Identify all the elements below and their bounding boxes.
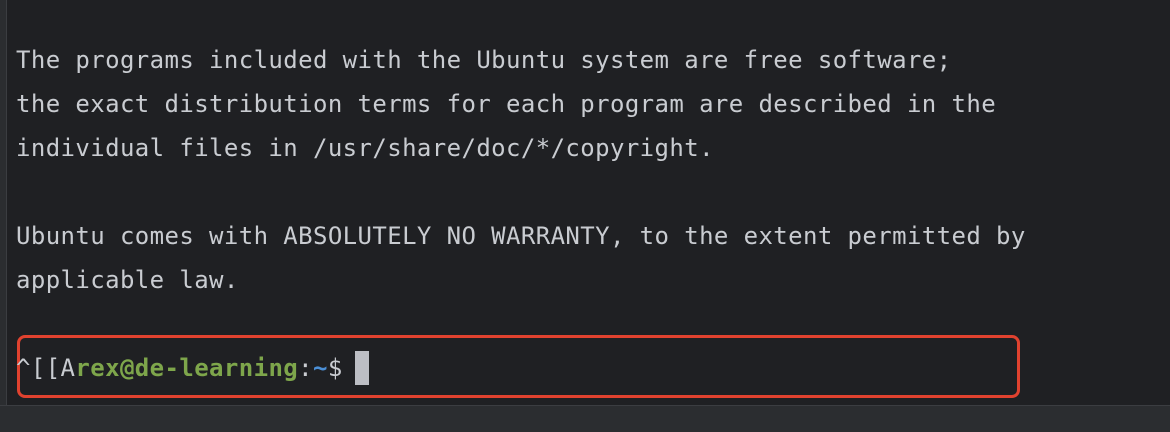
- command-prompt[interactable]: ^[[A rex@de-learning: ~ $: [16, 351, 369, 385]
- terminal-window: The programs included with the Ubuntu sy…: [0, 0, 1170, 432]
- prompt-symbol: $: [327, 354, 343, 382]
- terminal-line-5: Ubuntu comes with ABSOLUTELY NO WARRANTY…: [16, 222, 1026, 250]
- terminal-line-1: The programs included with the Ubuntu sy…: [16, 46, 952, 74]
- text-cursor[interactable]: [354, 351, 369, 385]
- terminal-line-2: the exact distribution terms for each pr…: [16, 90, 997, 118]
- terminal-line-3: individual files in /usr/share/doc/*/cop…: [16, 134, 714, 162]
- control-sequence: ^[[A: [16, 354, 76, 382]
- status-bar: [0, 405, 1170, 432]
- prompt-path: ~: [313, 354, 328, 382]
- prompt-colon: :: [298, 354, 314, 382]
- terminal-output[interactable]: The programs included with the Ubuntu sy…: [7, 0, 1170, 405]
- prompt-user-host: rex@de-learning: [75, 354, 299, 382]
- terminal-line-6: applicable law.: [16, 266, 239, 294]
- gutter: [0, 0, 7, 405]
